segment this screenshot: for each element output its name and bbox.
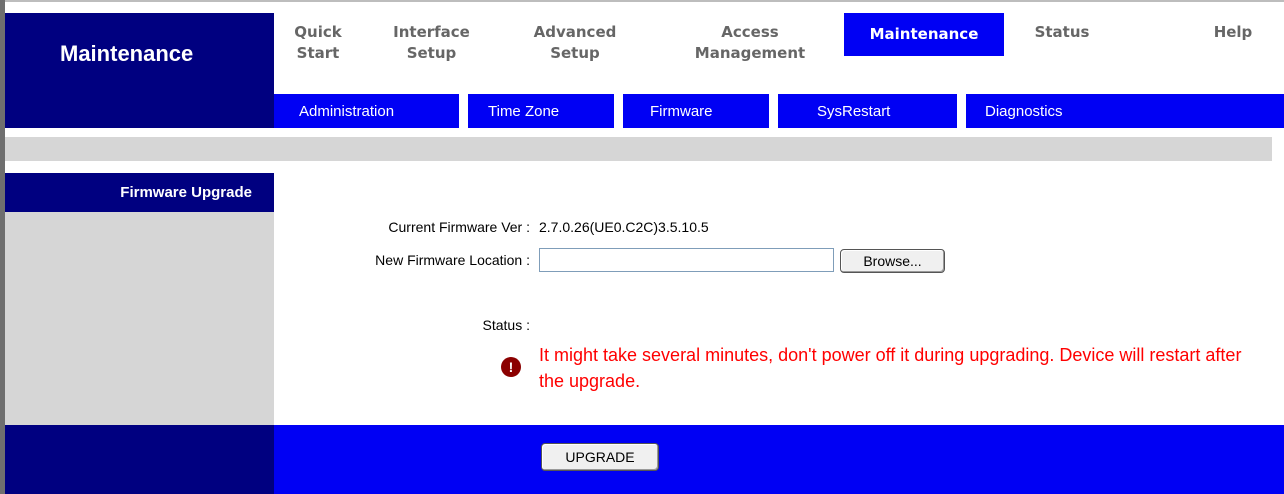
tab-advanced-setup[interactable]: Advanced Setup: [520, 13, 630, 94]
tab-status[interactable]: Status: [1012, 13, 1112, 94]
tab-maintenance[interactable]: Maintenance: [844, 13, 1004, 56]
sub-nav: Administration Time Zone Firmware SysRes…: [274, 94, 1284, 128]
browse-button[interactable]: Browse...: [840, 249, 945, 273]
new-fw-label: New Firmware Location :: [375, 252, 530, 268]
subnav-sysrestart[interactable]: SysRestart: [817, 94, 890, 128]
top-edge: [0, 0, 1284, 2]
spacer-band: [5, 137, 1272, 161]
brand-underline-block: [5, 94, 274, 128]
subnav-administration[interactable]: Administration: [299, 94, 394, 128]
new-fw-location-input[interactable]: [539, 248, 834, 272]
subnav-separator: [459, 94, 468, 128]
tab-help[interactable]: Help: [1198, 13, 1268, 94]
tab-access-management[interactable]: Access Management: [666, 13, 834, 94]
panel-title: Firmware Upgrade: [5, 173, 274, 212]
action-bar-left: [5, 425, 274, 494]
top-nav: Quick Start Interface Setup Advanced Set…: [274, 13, 1284, 94]
exclamation-circle-icon: !: [501, 357, 521, 377]
subnav-time-zone[interactable]: Time Zone: [488, 94, 559, 128]
upgrade-button[interactable]: UPGRADE: [541, 443, 659, 471]
subnav-diagnostics[interactable]: Diagnostics: [985, 94, 1063, 128]
subnav-separator: [614, 94, 623, 128]
subnav-firmware[interactable]: Firmware: [650, 94, 713, 128]
subnav-separator: [957, 94, 966, 128]
section-title: Maintenance: [5, 13, 274, 94]
status-label: Status :: [482, 317, 530, 333]
tab-quick-start[interactable]: Quick Start: [274, 13, 362, 94]
left-edge: [0, 0, 5, 494]
tab-interface-setup[interactable]: Interface Setup: [379, 13, 484, 94]
current-fw-value: 2.7.0.26(UE0.C2C)3.5.10.5: [539, 219, 709, 235]
current-fw-label: Current Firmware Ver :: [388, 219, 530, 235]
subnav-separator: [769, 94, 778, 128]
warning-message: It might take several minutes, don't pow…: [539, 345, 1242, 391]
router-admin-page: Maintenance Quick Start Interface Setup …: [0, 0, 1284, 494]
